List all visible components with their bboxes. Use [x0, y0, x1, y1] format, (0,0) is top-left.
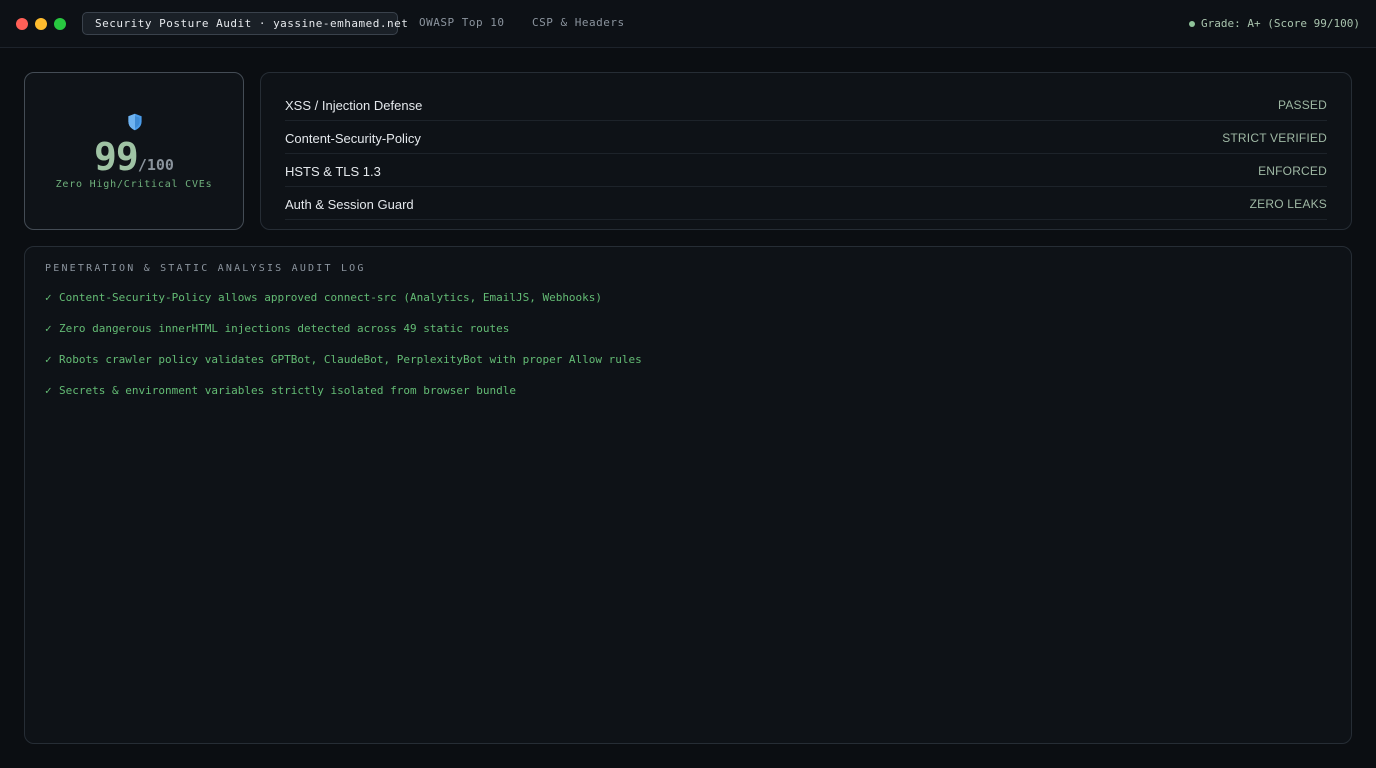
score-card: 99/100 Zero High/Critical CVEs [24, 72, 244, 230]
check-label: Auth & Session Guard [285, 196, 414, 212]
score-number: 99 [94, 135, 139, 179]
grade-indicator: Grade: A+ (Score 99/100) [1189, 17, 1360, 30]
checkmark-icon: ✓ [45, 291, 52, 304]
log-entry: ✓ Zero dangerous innerHTML injections de… [45, 322, 642, 353]
checkmark-icon: ✓ [45, 353, 52, 366]
log-entry: ✓ Robots crawler policy validates GPTBot… [45, 353, 642, 384]
tab-csp-headers[interactable]: CSP & Headers [532, 12, 625, 35]
shield-icon [128, 113, 142, 131]
maximize-window-button[interactable] [54, 18, 66, 30]
log-entry-text: Zero dangerous innerHTML injections dete… [59, 322, 510, 335]
check-row-xss: XSS / Injection Defense PASSED [285, 88, 1327, 121]
check-status: ENFORCED [1258, 164, 1327, 178]
audit-log-title: PENETRATION & STATIC ANALYSIS AUDIT LOG [45, 263, 366, 274]
check-status: STRICT VERIFIED [1222, 131, 1327, 145]
score-value: 99/100 [25, 135, 243, 179]
log-entry-text: Secrets & environment variables strictly… [59, 384, 516, 397]
log-entry: ✓ Content-Security-Policy allows approve… [45, 291, 642, 322]
audit-log-panel: PENETRATION & STATIC ANALYSIS AUDIT LOG … [24, 246, 1352, 744]
check-status: PASSED [1278, 98, 1327, 112]
security-checks-panel: XSS / Injection Defense PASSED Content-S… [260, 72, 1352, 230]
tab-owasp-top-10[interactable]: OWASP Top 10 [419, 12, 504, 35]
check-row-auth: Auth & Session Guard ZERO LEAKS [285, 187, 1327, 220]
log-entry: ✓ Secrets & environment variables strict… [45, 384, 642, 415]
check-label: XSS / Injection Defense [285, 97, 423, 113]
grade-text: Grade: A+ (Score 99/100) [1201, 17, 1360, 30]
close-window-button[interactable] [16, 18, 28, 30]
check-label: Content-Security-Policy [285, 130, 421, 146]
minimize-window-button[interactable] [35, 18, 47, 30]
score-subtitle: Zero High/Critical CVEs [55, 179, 213, 190]
check-label: HSTS & TLS 1.3 [285, 163, 381, 179]
tab-security-posture-audit[interactable]: Security Posture Audit · yassine-emhamed… [82, 12, 408, 35]
title-bar: Security Posture Audit · yassine-emhamed… [0, 0, 1376, 48]
audit-log-list: ✓ Content-Security-Policy allows approve… [45, 291, 642, 415]
check-row-csp: Content-Security-Policy STRICT VERIFIED [285, 121, 1327, 154]
log-entry-text: Content-Security-Policy allows approved … [59, 291, 603, 304]
status-dot-icon [1189, 20, 1196, 27]
log-entry-text: Robots crawler policy validates GPTBot, … [59, 353, 642, 366]
score-denominator: /100 [137, 156, 174, 174]
checkmark-icon: ✓ [45, 384, 52, 397]
check-row-hsts: HSTS & TLS 1.3 ENFORCED [285, 154, 1327, 187]
check-status: ZERO LEAKS [1249, 197, 1327, 211]
checkmark-icon: ✓ [45, 322, 52, 335]
